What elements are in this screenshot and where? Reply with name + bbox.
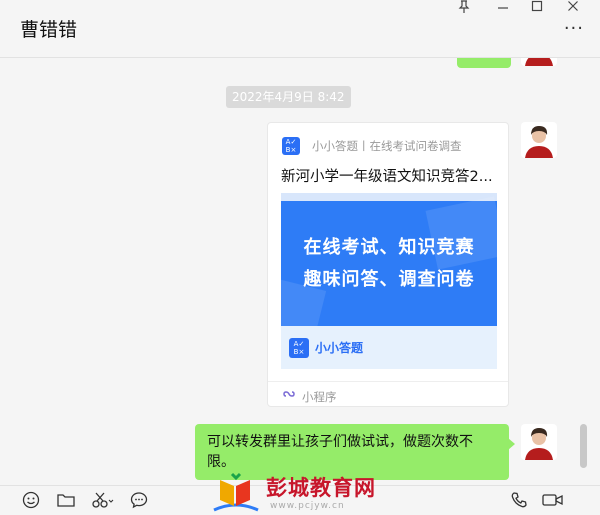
- close-icon[interactable]: [561, 0, 585, 18]
- folder-icon[interactable]: [55, 491, 77, 513]
- card-source: 小小答题丨在线考试问卷调查: [312, 139, 462, 153]
- mini-program-card[interactable]: A✓ B× 小小答题丨在线考试问卷调查 新河小学一年级语文知识竞答2... 在线考…: [267, 122, 509, 407]
- chat-title: 曹错错: [20, 19, 78, 41]
- card-banner: 在线考试、知识竞赛 趣味问答、调查问卷 A✓ B× 小小答题: [281, 193, 497, 369]
- avatar[interactable]: [521, 58, 557, 66]
- more-icon[interactable]: ···: [564, 20, 584, 38]
- scrollbar[interactable]: [580, 424, 587, 468]
- watermark-text: 彭城教育网: [266, 476, 376, 500]
- message-timestamp: 2022年4月9日 8:42: [226, 86, 351, 108]
- watermark-url: www.pcjyw.cn: [270, 501, 345, 511]
- mini-program-logo-icon: A✓ B×: [282, 137, 300, 155]
- banner-top-strip: [281, 193, 497, 201]
- card-title: 新河小学一年级语文知识竞答2...: [281, 169, 493, 185]
- title-bar: 曹错错 ···: [0, 0, 600, 58]
- banner-footer: A✓ B× 小小答题: [281, 326, 497, 369]
- banner-headline-2: 趣味问答、调查问卷: [303, 269, 475, 290]
- mini-program-label: 小程序: [302, 390, 337, 404]
- watermark-logo-icon: [213, 472, 259, 512]
- card-divider: [268, 381, 508, 382]
- minimize-icon[interactable]: [491, 0, 515, 18]
- watermark: 彭城教育网 www.pcjyw.cn: [210, 470, 390, 515]
- card-header: A✓ B× 小小答题丨在线考试问卷调查: [282, 136, 462, 156]
- emoji-icon[interactable]: [20, 491, 42, 513]
- maximize-icon[interactable]: [525, 0, 549, 18]
- banner-app-logo-icon: A✓ B×: [289, 338, 309, 358]
- pin-icon[interactable]: [452, 0, 476, 18]
- scissors-icon[interactable]: [90, 491, 116, 513]
- video-icon[interactable]: [540, 491, 566, 513]
- banner-app-name: 小小答题: [315, 341, 364, 355]
- avatar[interactable]: [521, 122, 557, 158]
- comment-icon[interactable]: [128, 491, 150, 513]
- chat-area[interactable]: 2022年4月9日 8:42 A✓ B× 小小答题丨在线考试问卷调查 新河小学一年…: [0, 58, 600, 485]
- mini-program-icon: [282, 387, 296, 405]
- banner-headline-1: 在线考试、知识竞赛: [303, 237, 475, 258]
- previous-message-bubble[interactable]: [457, 58, 511, 68]
- phone-icon[interactable]: [508, 491, 530, 513]
- avatar[interactable]: [521, 424, 557, 460]
